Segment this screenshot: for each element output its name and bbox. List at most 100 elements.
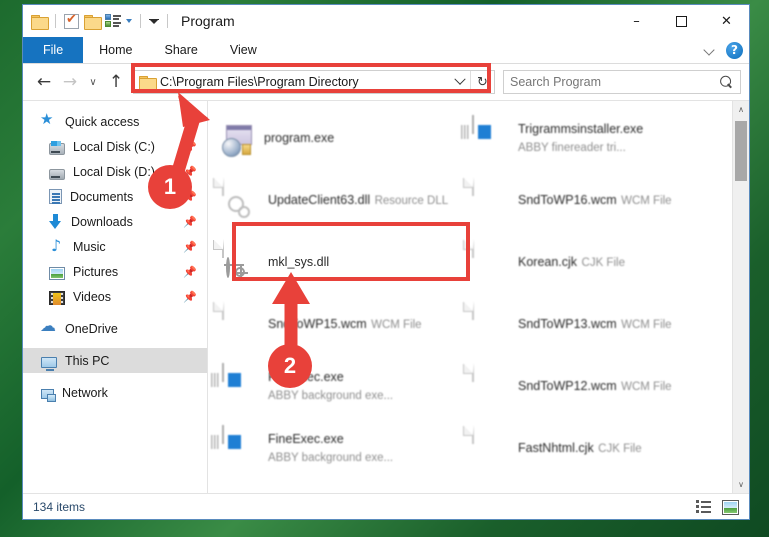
network-icon (41, 388, 56, 402)
scroll-down-arrow-icon[interactable]: ∨ (733, 476, 749, 493)
file-subtitle: WCM File (621, 195, 672, 207)
address-bar[interactable]: C:\Program Files\Program Directory ↻ (133, 70, 495, 94)
dll-gears-icon (213, 239, 258, 284)
tab-file[interactable]: File (23, 37, 84, 63)
sidebar-item-pictures[interactable]: Pictures 📌 (23, 259, 207, 284)
sidebar-item-documents[interactable]: Documents 📌 (23, 184, 207, 209)
file-name: FastNhtml.cjk (518, 441, 594, 455)
customize-list-icon[interactable] (105, 14, 121, 28)
file-name: SndToWP13.wcm (518, 317, 617, 331)
file-name: FineExec.exe (268, 370, 344, 384)
file-list-pane[interactable]: program.exe Trigrammsinstaller.exe ABBY … (208, 101, 749, 493)
file-subtitle: ABBY finereader tri... (518, 142, 626, 154)
chevron-down-icon[interactable] (126, 19, 132, 23)
sidebar-item-this-pc[interactable]: This PC (23, 348, 207, 373)
ribbon-right-controls: ? (704, 37, 743, 63)
file-name: UpdateClient63.dll (268, 193, 371, 207)
sidebar-item-label: Documents (70, 189, 134, 204)
blank-doc-icon (463, 177, 508, 222)
file-subtitle: ABBY background exe... (268, 452, 394, 464)
properties-icon[interactable] (64, 12, 79, 29)
file-name: SndToWP12.wcm (518, 379, 617, 393)
sidebar-item-label: Local Disk (D:) (73, 164, 155, 179)
pin-icon[interactable]: 📌 (183, 215, 197, 228)
tab-home[interactable]: Home (83, 37, 148, 63)
customize-quick-access-icon[interactable] (149, 18, 159, 24)
list-item[interactable]: SndToWP16.wcm WCM File (463, 169, 714, 231)
back-button[interactable]: ← (31, 69, 57, 95)
forward-button[interactable]: → (57, 69, 83, 95)
sidebar-item-local-disk-c[interactable]: Local Disk (C:) 📌 (23, 134, 207, 159)
quick-access-toolbar (23, 12, 171, 30)
refresh-icon[interactable]: ↻ (470, 71, 494, 93)
list-item[interactable]: FastNhtml.cjk CJK File (463, 417, 714, 479)
scrollbar-thumb[interactable] (735, 121, 747, 181)
blank-doc-icon (463, 239, 508, 284)
list-item[interactable]: FineExec.exe ABBY background exe... (211, 355, 464, 417)
pin-icon[interactable]: 📌 (183, 240, 197, 253)
scroll-up-arrow-icon[interactable]: ∧ (733, 101, 749, 118)
recent-locations-button[interactable]: ∨ (83, 69, 103, 95)
sidebar-item-label: Pictures (73, 264, 119, 279)
pin-icon[interactable]: 📌 (183, 165, 197, 178)
sidebar-item-local-disk-d[interactable]: Local Disk (D:) 📌 (23, 159, 207, 184)
help-icon[interactable]: ? (726, 41, 743, 59)
list-item[interactable]: program.exe (214, 107, 464, 169)
sidebar-item-quick-access[interactable]: Quick access (23, 109, 207, 134)
list-item[interactable]: SndToWP12.wcm WCM File (463, 355, 714, 417)
explorer-content: Quick access Local Disk (C:) 📌 Local Dis… (23, 100, 749, 493)
sidebar-item-label: OneDrive (65, 321, 118, 336)
search-box[interactable]: Search Program (503, 70, 741, 94)
large-icons-view-icon[interactable] (722, 499, 739, 515)
list-item[interactable]: Trigrammsinstaller.exe ABBY finereader t… (461, 107, 714, 169)
documents-icon (49, 189, 62, 204)
toolbar-divider-3 (167, 14, 168, 28)
pin-icon[interactable]: 📌 (183, 140, 197, 153)
sidebar-item-downloads[interactable]: Downloads 📌 (23, 209, 207, 234)
downloads-icon (49, 213, 63, 230)
list-item[interactable]: SndToWP13.wcm WCM File (463, 293, 714, 355)
disk-c-icon (49, 140, 65, 155)
sidebar-item-videos[interactable]: Videos 📌 (23, 284, 207, 309)
file-subtitle: WCM File (621, 381, 672, 393)
list-item-mkl-sys-dll[interactable]: mkl_sys.dll (213, 231, 464, 293)
list-item[interactable]: FineExec.exe ABBY background exe... (211, 417, 464, 479)
pin-icon[interactable]: 📌 (183, 265, 197, 278)
star-icon (40, 110, 57, 130)
blank-doc-icon (463, 425, 508, 470)
tab-view[interactable]: View (214, 37, 273, 63)
file-subtitle: CJK File (581, 257, 625, 269)
list-item[interactable]: SndToWP15.wcm WCM File (213, 293, 464, 355)
disk-d-icon (49, 169, 65, 180)
sidebar-item-onedrive[interactable]: OneDrive (23, 316, 207, 341)
maximize-button[interactable] (659, 5, 704, 37)
file-name: SndToWP15.wcm (268, 317, 367, 331)
address-bar-row: ← → ∨ ↑ C:\Program Files\Program Directo… (23, 64, 749, 100)
sidebar-item-label: Network (62, 385, 108, 400)
new-folder-icon[interactable] (84, 14, 102, 30)
pin-icon[interactable]: 📌 (183, 290, 197, 303)
videos-icon (49, 290, 65, 305)
close-button[interactable]: ✕ (704, 5, 749, 37)
vertical-scrollbar[interactable]: ∧ ∨ (732, 101, 749, 493)
file-name: SndToWP16.wcm (518, 193, 617, 207)
title-bar: Program – ✕ (23, 5, 749, 37)
sidebar-item-network[interactable]: Network (23, 380, 207, 405)
pin-icon[interactable]: 📌 (183, 190, 197, 203)
tab-share[interactable]: Share (149, 37, 214, 63)
list-item[interactable]: Korean.cjk CJK File (463, 231, 714, 293)
minimize-button[interactable]: – (614, 5, 659, 37)
search-input[interactable]: Search Program (510, 75, 720, 89)
toolbar-divider-2 (140, 14, 141, 28)
pictures-icon (49, 267, 65, 280)
details-view-icon[interactable] (696, 500, 712, 514)
file-explorer-window: Program – ✕ File Home Share View ? ← → ∨… (22, 4, 750, 520)
list-item[interactable]: UpdateClient63.dll Resource DLL (213, 169, 464, 231)
folder-icon[interactable] (31, 14, 49, 30)
up-button[interactable]: ↑ (103, 69, 129, 95)
sidebar-item-music[interactable]: Music 📌 (23, 234, 207, 259)
address-chevron-down-icon[interactable] (450, 78, 470, 86)
expand-ribbon-chevron-down-icon[interactable] (704, 44, 716, 56)
search-icon[interactable] (717, 72, 737, 92)
